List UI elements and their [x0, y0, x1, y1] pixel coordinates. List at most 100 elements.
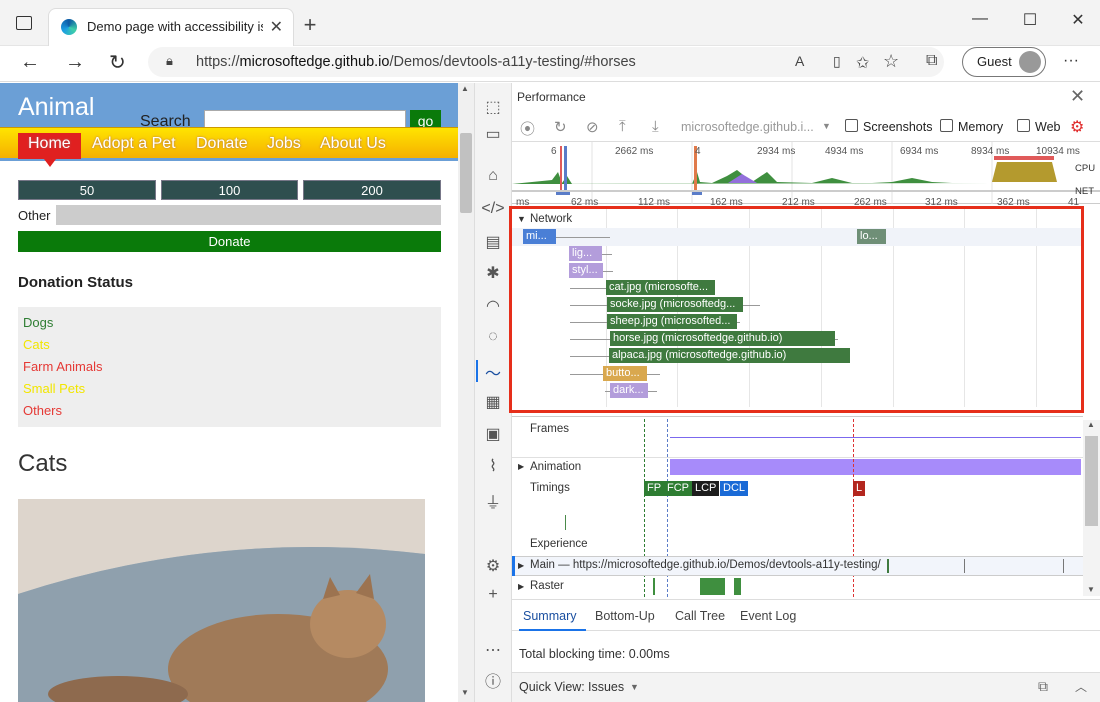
fp-marker[interactable]: FP [644, 481, 665, 496]
nav-home[interactable]: Home [18, 133, 81, 167]
page-scrollbar-thumb[interactable] [460, 133, 472, 213]
request-bar[interactable]: butto... [603, 366, 647, 381]
pulse-icon[interactable]: ⌇ [474, 456, 512, 476]
memory-checkbox[interactable]: Memory [940, 119, 1003, 134]
other-amount-input[interactable] [56, 205, 441, 225]
reload-record-icon[interactable]: ↻ [554, 118, 567, 136]
minimize-icon[interactable]: — [960, 10, 1000, 28]
request-bar[interactable]: lig... [569, 246, 602, 261]
fcp-marker[interactable]: FCP [664, 481, 692, 496]
close-window-icon[interactable]: ✕ [1058, 10, 1098, 30]
capture-settings-gear-icon[interactable]: ⚙ [1070, 117, 1084, 137]
more-menu-icon[interactable]: ··· [1063, 52, 1079, 70]
clear-icon[interactable]: ⊘ [586, 118, 599, 136]
upload-profile-icon[interactable]: ⤒ [619, 118, 626, 135]
scroll-up-icon[interactable]: ▲ [1087, 420, 1095, 429]
nav-about-us[interactable]: About Us [310, 133, 396, 159]
nav-adopt-a-pet[interactable]: Adopt a Pet [82, 133, 186, 159]
dock-icon[interactable]: ⧉ [1038, 678, 1048, 695]
network-wifi-icon[interactable]: ◠ [474, 296, 512, 316]
back-icon[interactable]: ← [20, 51, 40, 74]
main-track-label[interactable]: Main — https://microsoftedge.github.io/D… [530, 559, 881, 571]
experience-track-label[interactable]: Experience [530, 538, 588, 550]
chevron-down-icon[interactable]: ▼ [630, 682, 639, 692]
request-bar[interactable]: horse.jpg (microsoftedge.github.io) [610, 331, 835, 346]
request-bar[interactable]: lo... [857, 229, 886, 244]
page-scroll-up-icon[interactable]: ▲ [461, 84, 469, 93]
animation-track-label[interactable]: Animation [530, 461, 581, 473]
close-tab-icon[interactable]: ✕ [270, 17, 283, 37]
refresh-icon[interactable]: ↻ [109, 50, 126, 75]
performance-icon[interactable]: 〜 [474, 360, 512, 384]
new-tab-icon[interactable]: + [298, 12, 322, 38]
request-bar[interactable]: styl... [569, 263, 603, 278]
settings-network-icon[interactable]: ⚙ [474, 556, 512, 576]
quick-view-select[interactable]: Issues [588, 680, 624, 694]
lighthouse-icon[interactable]: ⏚ [474, 489, 512, 513]
scroll-down-icon[interactable]: ▼ [1087, 585, 1095, 594]
request-bar[interactable]: sheep.jpg (microsofted... [607, 314, 737, 329]
request-bar[interactable]: cat.jpg (microsofte... [606, 280, 715, 295]
address-bar[interactable]: 🔒︎ https://microsoftedge.github.io/Demos… [148, 47, 944, 77]
record-icon[interactable]: ⦿ [520, 118, 535, 139]
tracks-scrollbar[interactable] [1083, 420, 1100, 596]
memory-chip-icon[interactable]: ▦ [474, 392, 512, 412]
amount-100-button[interactable]: 100 [161, 180, 298, 200]
favorites-star-icon[interactable]: ☆ [883, 51, 899, 72]
tab-bottom-up[interactable]: Bottom-Up [595, 609, 655, 623]
favorites-icon[interactable]: ✩ [856, 53, 869, 73]
tracks-scrollbar-thumb[interactable] [1085, 436, 1098, 526]
tab-summary[interactable]: Summary [518, 609, 587, 631]
tab-event-log[interactable]: Event Log [740, 609, 796, 623]
raster-track-label[interactable]: Raster [530, 580, 564, 592]
donate-button[interactable]: Donate [18, 231, 441, 252]
screenshots-checkbox[interactable]: Screenshots [845, 119, 932, 134]
forward-icon[interactable]: → [65, 51, 85, 74]
application-icon[interactable]: ▣ [474, 424, 512, 444]
amount-200-button[interactable]: 200 [303, 180, 441, 200]
collections-icon[interactable]: ⧉ [926, 52, 937, 70]
nav-donate[interactable]: Donate [186, 133, 258, 159]
help-icon[interactable]: ⓘ [474, 668, 512, 692]
request-bar[interactable]: socke.jpg (microsoftedg... [607, 297, 743, 312]
request-bar[interactable]: dark... [610, 383, 648, 398]
request-bar[interactable]: mi... [523, 229, 556, 244]
nav-jobs[interactable]: Jobs [257, 133, 311, 159]
expand-triangle-icon[interactable]: ▶ [518, 462, 524, 471]
expand-triangle-icon[interactable]: ▶ [518, 582, 524, 591]
chevron-down-icon[interactable]: ▼ [822, 121, 831, 131]
maximize-icon[interactable]: ☐ [1010, 10, 1050, 30]
load-marker[interactable]: L [853, 481, 866, 496]
read-aloud-icon[interactable]: A [795, 53, 804, 69]
amount-50-button[interactable]: 50 [18, 180, 156, 200]
frames-track-label[interactable]: Frames [530, 423, 569, 435]
welcome-home-icon[interactable]: ⌂ [474, 167, 512, 185]
console-icon[interactable]: ▤ [474, 232, 512, 252]
timings-track-label[interactable]: Timings [530, 482, 570, 494]
issues-bulb-icon[interactable]: ◌ [474, 328, 512, 346]
lock-icon[interactable]: 🔒︎ [166, 53, 173, 69]
inspect-icon[interactable]: ⬚ [474, 97, 512, 117]
dcl-marker[interactable]: DCL [720, 481, 749, 496]
add-tool-icon[interactable]: + [474, 586, 512, 604]
network-track-label[interactable]: Network [530, 213, 572, 225]
page-scrollbar[interactable] [458, 83, 474, 702]
elements-icon[interactable]: </> [474, 200, 512, 218]
download-profile-icon[interactable]: ⤓ [652, 118, 659, 135]
device-emulation-icon[interactable]: ▭ [474, 124, 512, 144]
tab-actions-icon[interactable] [16, 16, 32, 30]
request-bar[interactable]: alpaca.jpg (microsoftedge.github.io) [609, 348, 850, 363]
collapse-triangle-icon[interactable]: ▼ [517, 214, 526, 224]
tab-call-tree[interactable]: Call Tree [675, 609, 725, 623]
web-vitals-checkbox[interactable]: Web [1017, 119, 1060, 134]
sources-bug-icon[interactable]: ✱ [474, 263, 512, 283]
chevron-up-icon[interactable]: ︿ [1075, 678, 1087, 695]
page-scroll-down-icon[interactable]: ▼ [461, 688, 469, 697]
animation-bar[interactable] [670, 459, 1081, 475]
browser-tab[interactable]: Demo page with accessibility issu ✕ [48, 8, 294, 46]
profile-button[interactable]: Guest [962, 47, 1046, 77]
expand-triangle-icon[interactable]: ▶ [518, 561, 524, 570]
more-tools-icon[interactable]: ⋯ [474, 640, 512, 660]
immersive-reader-icon[interactable]: ▯ [833, 53, 841, 70]
profile-select[interactable]: microsoftedge.github.i... [681, 120, 814, 134]
